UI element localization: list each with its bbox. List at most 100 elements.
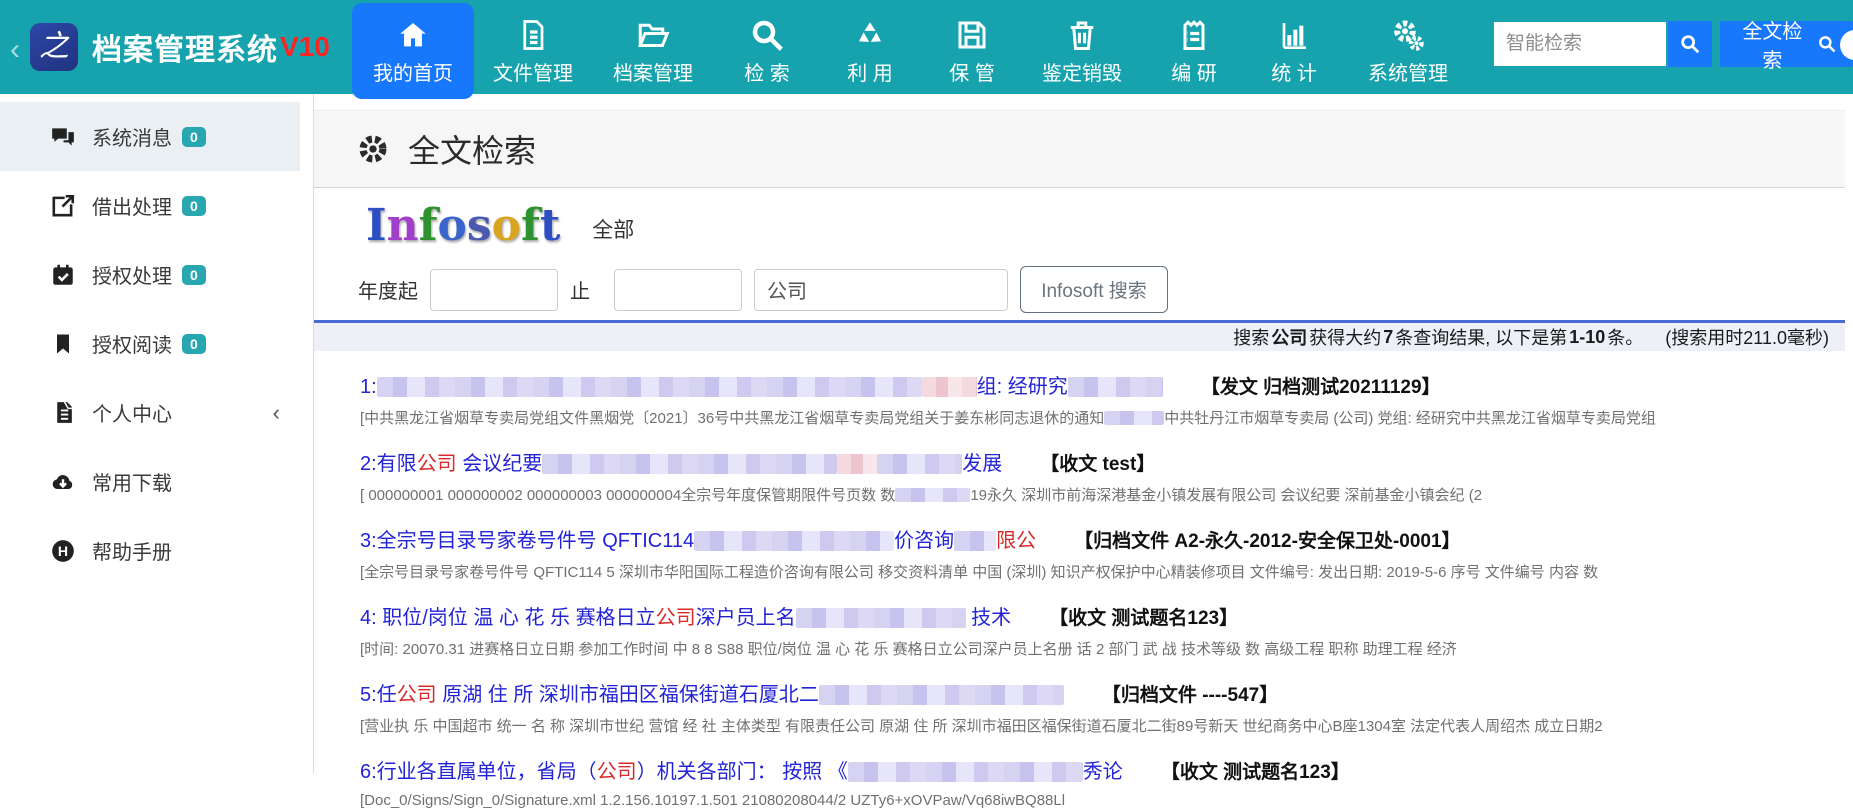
sidebar-item-label: 个人中心 xyxy=(92,398,172,427)
redacted-blur xyxy=(819,685,1064,705)
tab-label: 保 管 xyxy=(949,57,995,86)
sidebar-item-label: 常用下载 xyxy=(92,467,172,496)
tab-label: 档案管理 xyxy=(613,57,693,86)
highlighted-term: 公司 xyxy=(656,607,696,629)
year-from-input[interactable] xyxy=(430,269,558,311)
chart-icon xyxy=(1278,17,1310,53)
document-icon xyxy=(50,400,76,425)
gear-icon xyxy=(356,132,390,166)
highlighted-term: 限公 xyxy=(996,530,1036,552)
tab-label: 系统管理 xyxy=(1368,57,1448,86)
fulltext-search-button[interactable]: 全文检索 xyxy=(1720,21,1853,67)
tab-gears[interactable]: 系统管理 xyxy=(1346,3,1470,99)
infosoft-search-button[interactable]: Infosoft 搜索 xyxy=(1020,266,1168,313)
highlighted-term: 公司 xyxy=(417,453,457,475)
result-title-link[interactable]: 4: 职位/岗位 温 心 花 乐 赛格日立公司深户员上名 技术【收文 测试题名1… xyxy=(360,605,1825,632)
tab-recycle[interactable]: 利 用 xyxy=(820,3,920,99)
share-icon xyxy=(50,193,76,219)
tab-label: 文件管理 xyxy=(493,57,573,86)
result-tag: 【归档文件 ----547】 xyxy=(1102,685,1278,706)
redacted-blur xyxy=(377,377,922,397)
brand: ‹ 之 档案管理系统 V10 xyxy=(10,0,330,94)
result-item: 3:全宗号目录号家卷号件号 QFTIC114价咨询限公【归档文件 A2-永久-2… xyxy=(360,528,1825,582)
home-icon xyxy=(397,17,429,53)
redacted-blur xyxy=(1068,377,1163,397)
redacted-blur xyxy=(895,488,970,502)
redacted-blur xyxy=(694,531,894,551)
sidebar-item[interactable]: 授权阅读0 xyxy=(0,309,300,378)
smart-search-input[interactable] xyxy=(1494,22,1666,66)
count-badge: 0 xyxy=(182,334,206,354)
tab-search[interactable]: 检 索 xyxy=(720,3,814,99)
logo-letter: s xyxy=(467,200,492,251)
chat-icon xyxy=(50,124,76,150)
tab-label: 检 索 xyxy=(744,57,790,86)
year-to-input[interactable] xyxy=(614,269,742,311)
result-snippet: [营业执 乐 中国超市 统一 名 称 深圳市世纪 营馆 经 社 主体类型 有限责… xyxy=(360,715,1840,736)
topbar-search: 全文检索 xyxy=(1494,21,1853,67)
result-title-link[interactable]: 2:有限公司 会议纪要发展【收文 test】 xyxy=(360,451,1825,478)
tab-clipboard[interactable]: 编 研 xyxy=(1146,3,1242,99)
result-title-link[interactable]: 5:任公司 原湖 住 所 深圳市福田区福保街道石厦北二【归档文件 ----547… xyxy=(360,682,1825,709)
sidebar-item[interactable]: 常用下载 xyxy=(0,447,300,516)
sidebar-item[interactable]: 个人中心 ‹ xyxy=(0,378,300,447)
redacted-blur xyxy=(954,531,996,551)
app-version: V10 xyxy=(280,31,330,63)
redacted-blur xyxy=(542,454,837,474)
search-icon xyxy=(1817,34,1837,54)
tab-save[interactable]: 保 管 xyxy=(926,3,1018,99)
top-tabs: 我的首页文件管理 档案管理 检 索 利 用保 管鉴定销毁编 研 统 计系统管理 xyxy=(352,0,1470,99)
result-snippet: [ 000000001 000000002 000000003 00000000… xyxy=(360,484,1840,505)
logo-letter: o xyxy=(492,200,521,251)
scope-label: 全部 xyxy=(592,214,634,244)
app-logo: 之 xyxy=(30,23,78,71)
save-icon xyxy=(954,17,990,53)
redacted-blur xyxy=(848,762,1083,782)
tab-folder-open[interactable]: 档案管理 xyxy=(592,3,714,99)
redacted-blur xyxy=(837,454,877,474)
sidebar: 系统消息0借出处理0授权处理0授权阅读0个人中心‹常用下载H帮助手册 xyxy=(0,94,300,773)
tab-file[interactable]: 文件管理 xyxy=(480,3,586,99)
sidebar-item[interactable]: 借出处理0 xyxy=(0,171,300,240)
file-icon xyxy=(515,17,551,53)
results-stats-bar: 搜索 公司 获得大约 7 条查询结果, 以下是第 1-10 条。 (搜索用时21… xyxy=(314,320,1845,351)
year-to-label: 止 xyxy=(570,275,590,304)
logo-letter: I xyxy=(366,200,387,251)
result-title-link[interactable]: 3:全宗号目录号家卷号件号 QFTIC114价咨询限公【归档文件 A2-永久-2… xyxy=(360,528,1825,555)
logo-letter: n xyxy=(387,200,419,251)
bookmark-icon xyxy=(50,332,76,356)
logo-letter: f xyxy=(419,200,438,251)
result-snippet: [Doc_0/Signs/Sign_0/Signature.xml 1.2.15… xyxy=(360,792,1840,809)
year-from-label: 年度起 xyxy=(358,275,418,304)
svg-text:H: H xyxy=(58,542,68,558)
sidebar-item[interactable]: 系统消息0 xyxy=(0,102,300,171)
clipboard-icon xyxy=(1176,17,1212,53)
search-term: 公司 xyxy=(1271,324,1307,350)
collapse-chevron-icon[interactable]: ‹ xyxy=(10,35,20,65)
search-button[interactable] xyxy=(1668,21,1712,67)
sidebar-item[interactable]: 授权处理0 xyxy=(0,240,300,309)
search-time: (搜索用时211.0毫秒) xyxy=(1665,324,1829,350)
logo-letter: t xyxy=(540,200,560,251)
search-form: 年度起 止 Infosoft 搜索 xyxy=(314,266,1845,313)
chevron-left-icon[interactable]: ‹ xyxy=(273,400,280,426)
tab-home[interactable]: 我的首页 xyxy=(352,3,474,99)
result-item: 1:组: 经研究【发文 归档测试20211129】[中共黑龙江省烟草专卖局党组文… xyxy=(360,374,1825,428)
sidebar-item-label: 帮助手册 xyxy=(92,536,172,565)
app-title: 档案管理系统 xyxy=(92,25,278,69)
calendar-check-icon xyxy=(50,262,76,288)
tab-label: 编 研 xyxy=(1171,57,1217,86)
gears-icon xyxy=(1390,17,1426,53)
sidebar-item[interactable]: H 帮助手册 xyxy=(0,516,300,585)
results-list: 1:组: 经研究【发文 归档测试20211129】[中共黑龙江省烟草专卖局党组文… xyxy=(314,351,1845,809)
highlighted-term: 公司 xyxy=(397,684,437,706)
result-tag: 【归档文件 A2-永久-2012-安全保卫处-0001】 xyxy=(1074,531,1460,552)
sidebar-item-label: 借出处理 xyxy=(92,191,172,220)
keyword-input[interactable] xyxy=(754,269,1008,311)
trash-icon xyxy=(1064,17,1100,53)
tab-chart[interactable]: 统 计 xyxy=(1248,3,1340,99)
search-engine-header: Infosoft 全部 xyxy=(314,196,1845,248)
tab-trash[interactable]: 鉴定销毁 xyxy=(1024,3,1140,99)
result-title-link[interactable]: 1:组: 经研究【发文 归档测试20211129】 xyxy=(360,374,1825,401)
result-snippet: [全宗号目录号家卷号件号 QFTIC114 5 深圳市华阳国际工程造价咨询有限公… xyxy=(360,561,1840,582)
